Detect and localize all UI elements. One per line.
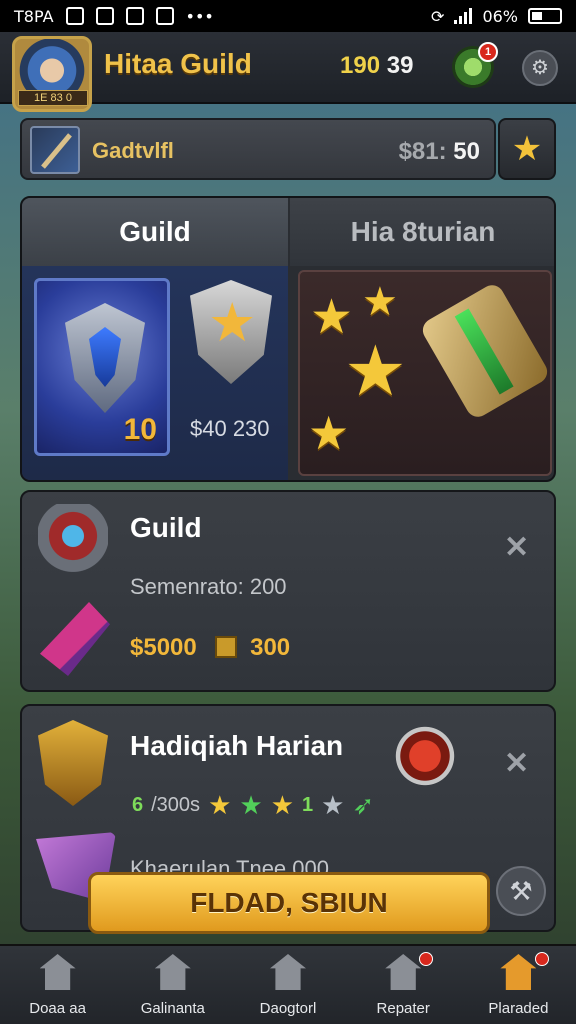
price-b: 300: [250, 634, 291, 661]
tab-guild[interactable]: Guild: [22, 198, 288, 266]
notification-badge: 1: [478, 42, 498, 62]
price-a: $5000: [130, 634, 197, 661]
alert-badge: [534, 952, 549, 966]
alert-badge: [419, 952, 434, 966]
avatar-level-badge: 1E 83 0: [18, 90, 88, 106]
shop-icon: [154, 954, 191, 990]
image-icon: [95, 7, 114, 25]
gold-star-icon: ★: [270, 790, 294, 820]
reward-time: /300s: [151, 794, 201, 816]
crystal-icon: [40, 602, 110, 676]
reward-row: 6 /300s ★ ★ ★ 1 ★ ➶: [132, 790, 374, 821]
game-header: 1E 83 0 Hitaa Guild 190 39 1 ⚙: [0, 32, 576, 112]
reward-extra: 1: [302, 794, 314, 816]
close-icon[interactable]: ✕: [504, 530, 529, 565]
building-icon: [270, 954, 306, 990]
nav-item-galleria[interactable]: Galinanta: [115, 946, 230, 1024]
signal-icon: [454, 8, 473, 24]
card-title: Guild: [130, 512, 202, 543]
guild-emblem-card[interactable]: 10: [34, 278, 170, 456]
battery-icon: [528, 8, 562, 24]
currency-a: 190: [340, 52, 381, 79]
nav-label: Doaa aa: [29, 1000, 86, 1017]
quest-board-icon: [385, 954, 422, 990]
scroll-icon: [418, 280, 552, 422]
quest-notification-button[interactable]: 1: [452, 42, 498, 88]
banner-value: $81: 50: [399, 138, 480, 166]
arrow-icon: ➶: [352, 790, 375, 820]
battery-percent: 06%: [482, 6, 518, 26]
currency-display: 190 39: [340, 52, 413, 80]
banner-label: Gadtvlfl: [92, 138, 174, 163]
nav-label: Galinanta: [140, 1000, 205, 1017]
weapon-icon: [38, 504, 108, 584]
star-icon: ★: [344, 332, 407, 410]
nav-item-repeater[interactable]: Repater: [346, 946, 461, 1024]
guild-offer-card[interactable]: Guild Semenrato: 200 ✕ $5000 300: [20, 490, 556, 692]
reward-count: 6: [132, 794, 144, 816]
close-icon[interactable]: ✕: [504, 746, 529, 781]
favorite-star-button[interactable]: ★: [498, 118, 556, 180]
home-icon: [39, 954, 76, 990]
shield-star-icon[interactable]: [190, 280, 272, 384]
nav-label: Plaraded: [488, 1000, 549, 1017]
sword-icon: [30, 126, 80, 174]
banner-value-main: 50: [453, 138, 480, 165]
banner-value-dim: $81:: [398, 138, 447, 165]
more-dots-icon: •••: [185, 6, 214, 26]
gold-star-icon: ★: [208, 790, 232, 820]
claim-button[interactable]: FLDAD, SBIUN: [88, 872, 490, 934]
card-price: $5000 300: [130, 634, 290, 662]
treasure-shield-icon: [38, 720, 108, 806]
emblem-level: 10: [123, 413, 157, 446]
camera-icon: [155, 7, 174, 25]
chest-icon: [500, 954, 537, 990]
guild-tab-content: 10 $40 230: [22, 266, 288, 480]
guild-price: $40 230: [190, 416, 270, 441]
potion-icon: [394, 724, 456, 788]
currency-b: 39: [386, 52, 414, 79]
nav-item-paraded[interactable]: Plaraded: [461, 946, 576, 1024]
carrier-label: T8PA: [14, 6, 54, 26]
coin-icon: [215, 636, 238, 658]
status-bar: T8PA ••• ⟳ 06%: [0, 0, 576, 32]
bottom-nav: Doaa aa Galinanta Daogtorl Repater Plara…: [0, 944, 576, 1024]
green-star-icon: ★: [239, 790, 263, 820]
guild-banner[interactable]: Gadtvlfl $81: 50: [20, 118, 496, 180]
guild-emblem-icon: [65, 303, 145, 413]
card-subtitle: Semenrato: 200: [130, 574, 287, 599]
guild-name: Hitaa Guild: [104, 48, 252, 79]
sync-icon: ⟳: [431, 6, 445, 26]
settings-icon[interactable]: ⚙: [522, 50, 558, 86]
daily-tab-content[interactable]: ★ ★ ★ ★: [298, 270, 552, 476]
nav-item-home[interactable]: Doaa aa: [0, 946, 115, 1024]
tab-daily[interactable]: Hia 8turian: [290, 198, 554, 266]
star-icon: ★: [362, 280, 398, 324]
silver-star-icon: ★: [321, 790, 345, 820]
nav-label: Daogtorl: [259, 1000, 317, 1017]
nav-label: Repater: [376, 1000, 430, 1017]
card-title: Hadiqiah Harian: [130, 730, 344, 761]
notification-icon: [65, 7, 84, 25]
tools-icon[interactable]: ⚒: [496, 866, 546, 916]
chat-icon: [125, 7, 144, 25]
tab-panel: Guild Hia 8turian 10 $40 230 ★ ★ ★ ★: [20, 196, 556, 482]
star-icon: ★: [308, 407, 350, 459]
nav-item-dragon[interactable]: Daogtorl: [230, 946, 345, 1024]
